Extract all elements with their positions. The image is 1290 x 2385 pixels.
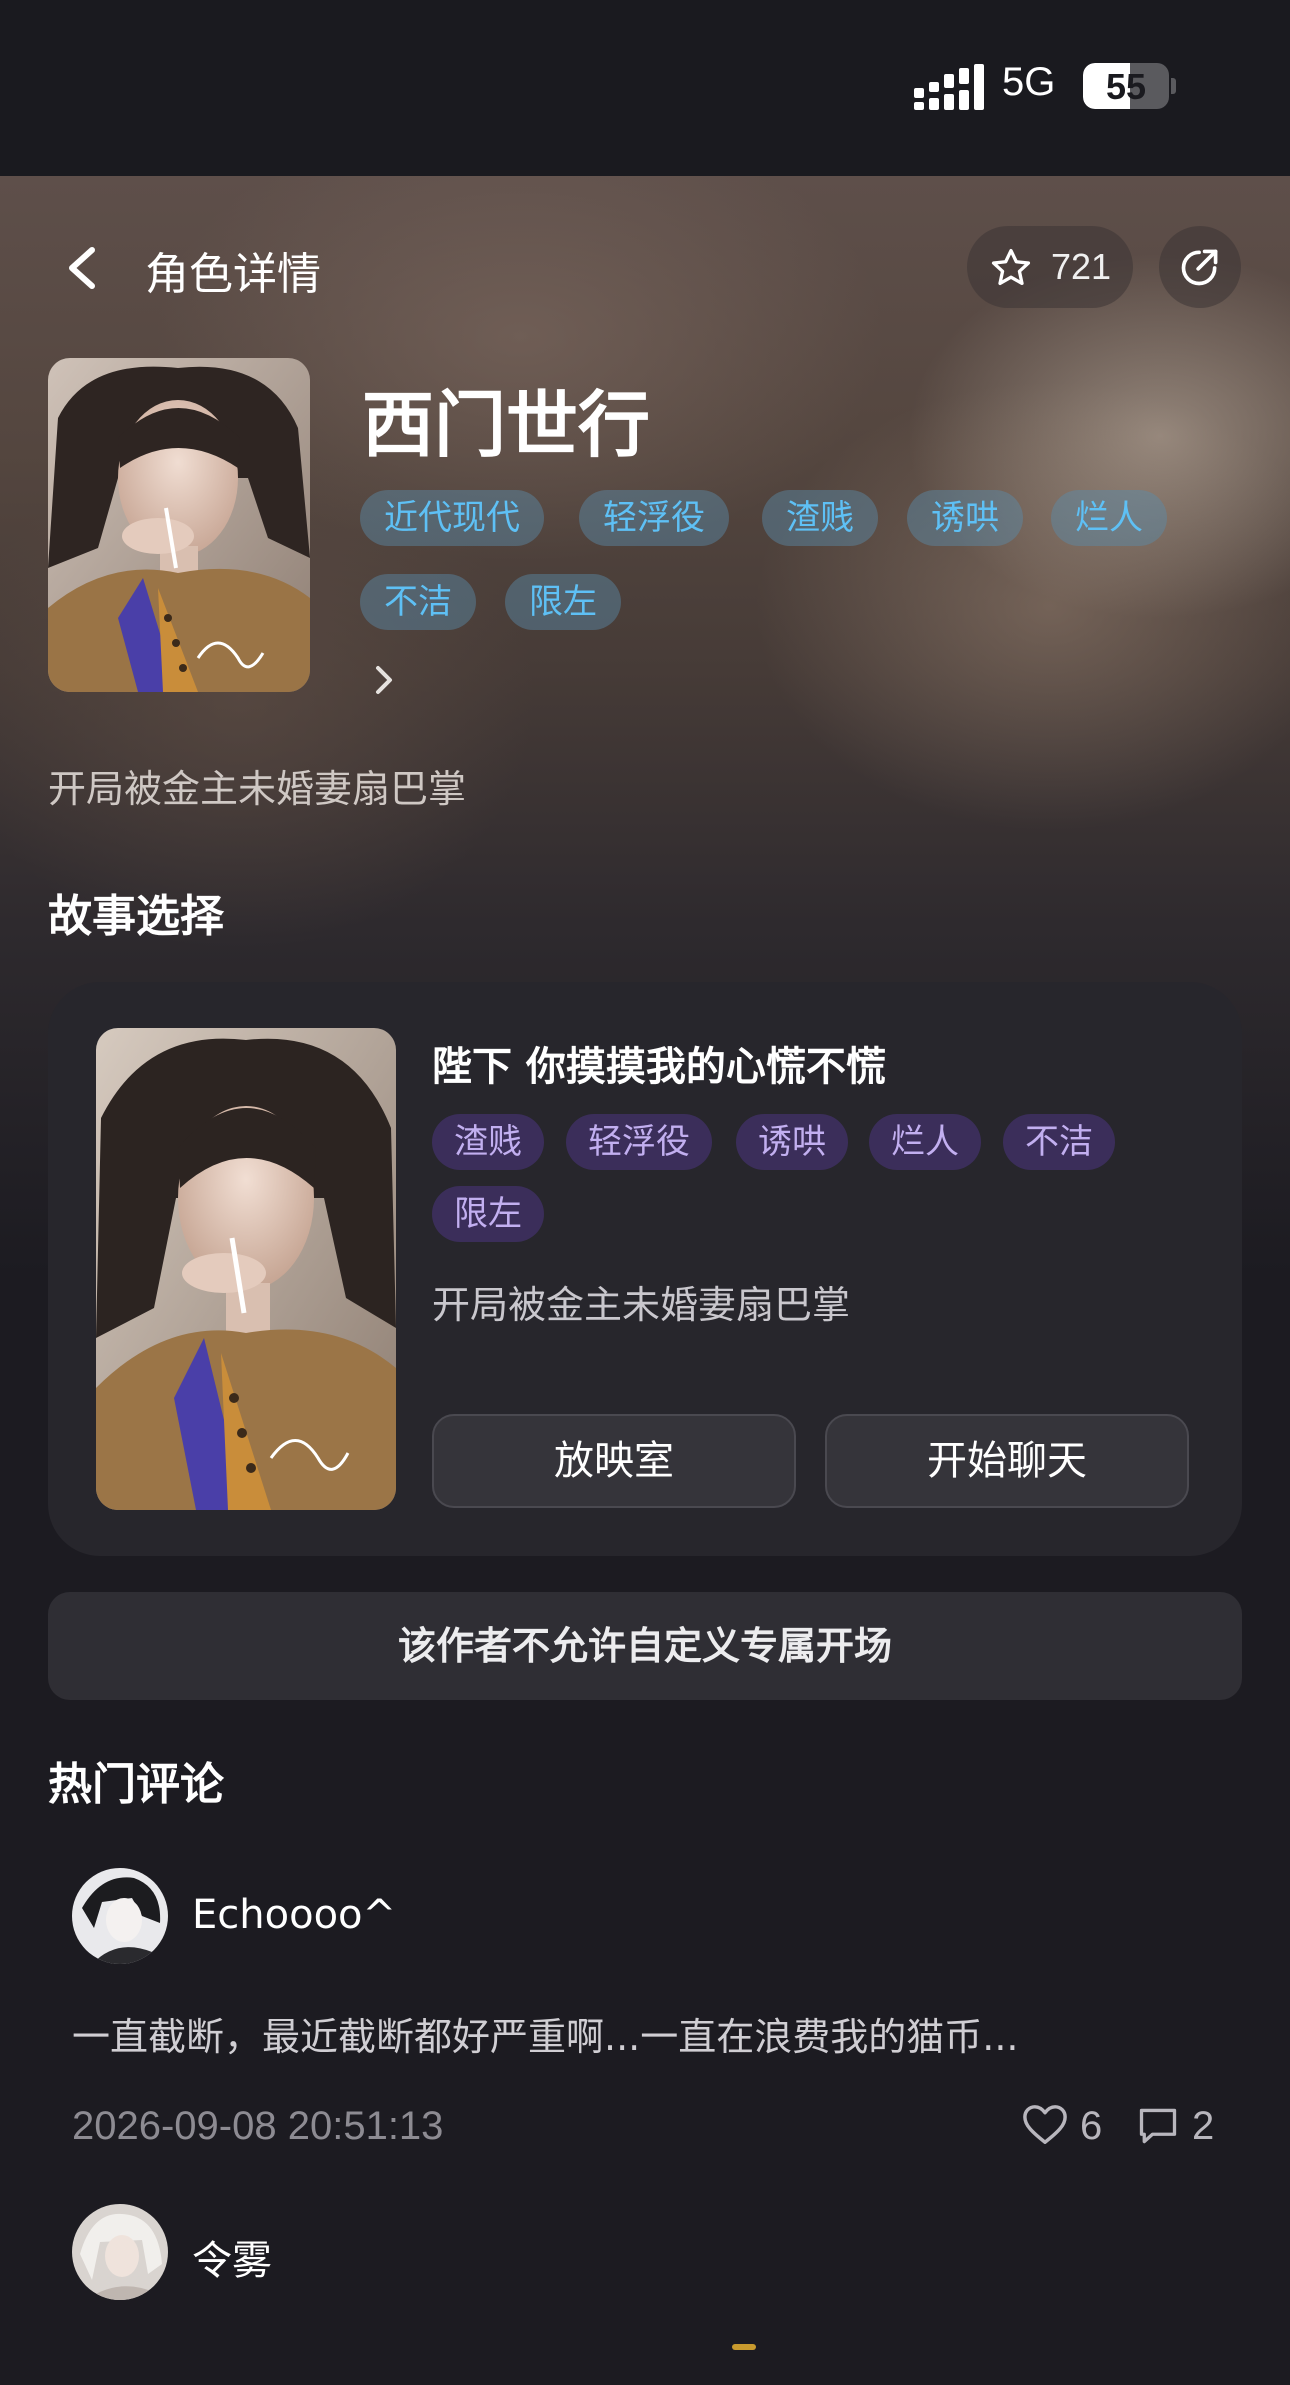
- character-tag[interactable]: 渣贱: [762, 490, 878, 546]
- character-name: 西门世行: [362, 383, 651, 467]
- comment-timestamp: 2026-09-08 20:51:13: [72, 2104, 444, 2148]
- favorite-count: 721: [1051, 246, 1112, 287]
- share-button[interactable]: [1159, 226, 1241, 308]
- battery-percent: 55: [1105, 66, 1147, 107]
- comment-bubble-icon[interactable]: [1136, 2104, 1180, 2148]
- story-description: 开局被金主未婚妻扇巴掌: [432, 1283, 851, 1327]
- story-tag: 轻浮役: [566, 1114, 712, 1170]
- reply-count: 2: [1192, 2104, 1215, 2148]
- story-tag: 渣贱: [432, 1114, 544, 1170]
- character-tag[interactable]: 烂人: [1051, 490, 1167, 546]
- character-tag[interactable]: 限左: [505, 574, 621, 630]
- comment-username[interactable]: 令雾: [192, 2228, 272, 2286]
- character-subtitle: 开局被金主未婚妻扇巴掌: [48, 767, 467, 811]
- character-tag[interactable]: 近代现代: [360, 490, 544, 546]
- story-tag: 烂人: [869, 1114, 981, 1170]
- comment-text: 一直截断，最近截断都好严重啊...一直在浪费我的猫币...: [72, 2015, 1019, 2059]
- back-button[interactable]: [58, 238, 110, 298]
- comment-username[interactable]: Echoooo^: [192, 1892, 396, 1938]
- scroll-indicator: [732, 2344, 756, 2350]
- story-tag: 不洁: [1003, 1114, 1115, 1170]
- signal-icon: [914, 64, 984, 110]
- favorite-button[interactable]: 721: [967, 226, 1133, 308]
- comments-section-title: 热门评论: [48, 1759, 224, 1810]
- status-bar: 5G 55: [0, 0, 1290, 176]
- battery-icon: 55: [1083, 63, 1169, 109]
- star-outline-icon: [991, 248, 1031, 286]
- custom-opening-notice[interactable]: 该作者不允许自定义专属开场: [48, 1592, 1242, 1700]
- character-tag[interactable]: 诱哄: [907, 490, 1023, 546]
- expand-tags-button[interactable]: [372, 662, 396, 698]
- avatar[interactable]: [72, 1868, 168, 1964]
- theater-button[interactable]: 放映室: [432, 1414, 796, 1508]
- network-label: 5G: [1002, 60, 1056, 104]
- story-cover-image: [96, 1028, 396, 1510]
- battery-tip: [1171, 78, 1176, 94]
- heart-outline-icon[interactable]: [1022, 2103, 1068, 2147]
- chevron-right-icon: [376, 666, 392, 694]
- story-title: 陛下 你摸摸我的心慌不慌: [432, 1044, 886, 1090]
- story-tag: 限左: [432, 1186, 544, 1242]
- story-section-title: 故事选择: [48, 891, 224, 942]
- avatar[interactable]: [72, 2204, 168, 2300]
- page-title: 角色详情: [145, 249, 321, 300]
- character-tag[interactable]: 不洁: [360, 574, 476, 630]
- start-chat-button[interactable]: 开始聊天: [825, 1414, 1189, 1508]
- share-arrow-icon: [1181, 249, 1218, 286]
- character-avatar: [48, 358, 310, 692]
- chevron-left-icon: [69, 247, 95, 289]
- story-tag: 诱哄: [736, 1114, 848, 1170]
- like-count: 6: [1080, 2104, 1103, 2148]
- character-tag[interactable]: 轻浮役: [579, 490, 729, 546]
